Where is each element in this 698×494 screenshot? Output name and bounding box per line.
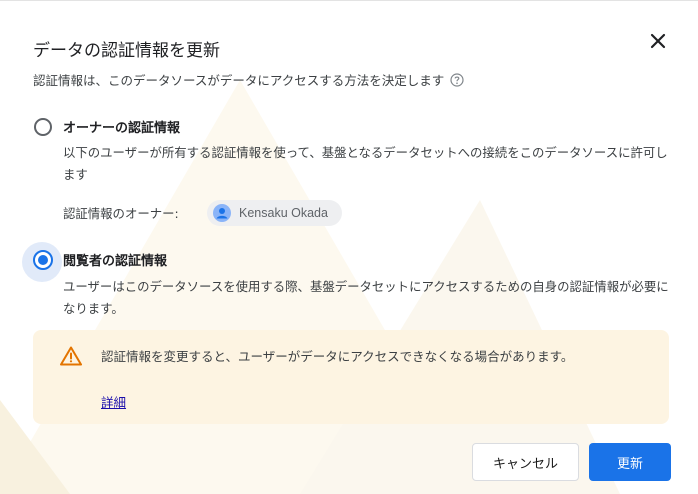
close-icon — [650, 33, 666, 49]
warning-triangle-icon — [60, 346, 82, 366]
close-button[interactable] — [645, 28, 671, 54]
owner-credentials-label[interactable]: オーナーの認証情報 — [63, 117, 180, 136]
update-credentials-dialog: データの認証情報を更新 認証情報は、このデータソースがデータにアクセスする方法を… — [0, 0, 698, 494]
owner-chip: Kensaku Okada — [207, 200, 342, 226]
top-divider — [0, 0, 698, 1]
viewer-credentials-label[interactable]: 閲覧者の認証情報 — [63, 250, 167, 269]
owner-credentials-description: 以下のユーザーが所有する認証情報を使って、基盤となるデータセットへの接続をこのデ… — [63, 145, 668, 182]
dialog-subtitle: 認証情報は、このデータソースがデータにアクセスする方法を決定します — [33, 70, 464, 89]
credential-owner-label: 認証情報のオーナー: — [63, 206, 179, 221]
avatar — [213, 204, 231, 222]
warning-text: 認証情報を変更すると、ユーザーがデータにアクセスできなくなる場合があります。 — [101, 349, 574, 364]
owner-credentials-radio[interactable] — [34, 118, 52, 136]
help-circle-icon[interactable] — [450, 72, 464, 87]
dialog-title: データの認証情報を更新 — [33, 41, 220, 61]
warning-banner: 認証情報を変更すると、ユーザーがデータにアクセスできなくなる場合があります。 詳… — [33, 330, 669, 424]
viewer-credentials-description: ユーザーはこのデータソースを使用する際、基盤データセットにアクセスするための自身… — [63, 279, 669, 316]
cancel-button[interactable]: キャンセル — [472, 443, 579, 481]
learn-more-link[interactable]: 詳細 — [101, 392, 126, 411]
subtitle-text: 認証情報は、このデータソースがデータにアクセスする方法を決定します — [33, 73, 445, 88]
viewer-credentials-radio[interactable] — [33, 250, 53, 270]
owner-name: Kensaku Okada — [239, 206, 328, 220]
update-button[interactable]: 更新 — [589, 443, 671, 481]
